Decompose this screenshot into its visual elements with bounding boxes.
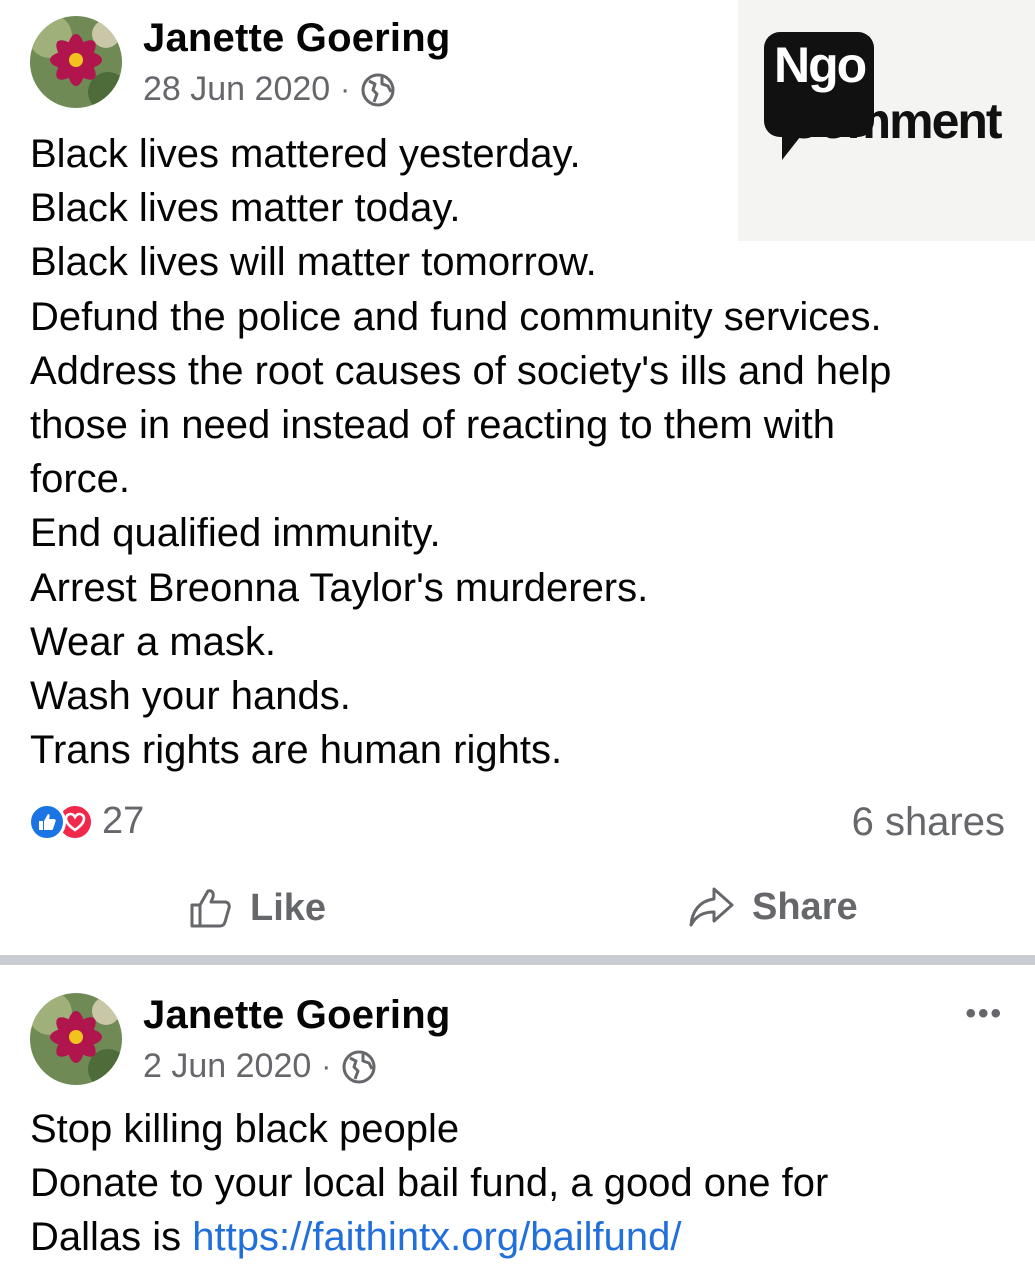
share-count[interactable]: 6 shares xyxy=(852,800,1005,845)
post-line-with-link: Dallas is https://faithintx.org/bailfund… xyxy=(30,1210,1005,1264)
post-date[interactable]: 2 Jun 2020 xyxy=(143,1047,311,1086)
more-options-icon[interactable]: ••• xyxy=(965,997,1003,1031)
post-author-name[interactable]: Janette Goering xyxy=(143,16,451,61)
like-button[interactable]: Like xyxy=(188,885,326,931)
bail-fund-link[interactable]: https://faithintx.org/bailfund/ xyxy=(192,1215,681,1259)
globe-icon xyxy=(342,1050,376,1083)
post-line: Wash your hands. xyxy=(30,674,351,719)
logo-text-top: Ngo xyxy=(774,37,867,93)
meta-separator: · xyxy=(321,1049,332,1083)
flower-avatar-image xyxy=(30,16,122,108)
author-avatar[interactable] xyxy=(30,16,122,108)
reactions-summary[interactable]: 27 xyxy=(28,800,144,843)
share-button-label: Share xyxy=(752,885,858,928)
author-avatar[interactable] xyxy=(30,993,122,1085)
post-meta: 2 Jun 2020 · xyxy=(143,1047,377,1086)
post-line: Stop killing black people xyxy=(30,1107,460,1151)
post-line: Trans rights are human rights. xyxy=(30,728,563,773)
reaction-count: 27 xyxy=(102,800,145,842)
post-line: Defund the police and fund community ser… xyxy=(30,294,882,339)
post-line: Black lives will matter tomorrow. xyxy=(30,240,597,285)
meta-separator: · xyxy=(340,72,351,106)
globe-icon xyxy=(361,73,395,106)
flower-avatar-image xyxy=(30,993,122,1085)
logo-text-bottom: Comment xyxy=(784,93,1003,149)
post-line: those in need instead of reacting to the… xyxy=(30,403,835,448)
link-prefix-text: Dallas is xyxy=(30,1215,193,1260)
post-line: End qualified immunity. xyxy=(30,511,441,556)
like-reaction-icon xyxy=(28,802,66,841)
post-card: Janette Goering 2 Jun 2020 · ••• Stop ki… xyxy=(0,965,1035,1280)
like-button-label: Like xyxy=(250,886,327,929)
post-divider xyxy=(0,955,1035,965)
post-line: Address the root causes of society's ill… xyxy=(30,348,892,393)
post-line: Wear a mask. xyxy=(30,619,276,664)
thumbs-up-icon xyxy=(190,889,231,928)
post-date[interactable]: 28 Jun 2020 xyxy=(143,70,330,109)
ngocomment-watermark-logo: Ngo Comment xyxy=(738,0,1035,241)
post-line: Donate to your local bail fund, a good o… xyxy=(30,1161,829,1206)
post-line: Arrest Breonna Taylor's murderers. xyxy=(30,565,649,610)
post-meta: 28 Jun 2020 · xyxy=(143,70,396,109)
post-line: force. xyxy=(30,457,131,502)
post-body: Stop killing black people Donate to your… xyxy=(30,1102,1005,1265)
post-card: Janette Goering 28 Jun 2020 · Black live… xyxy=(0,0,1035,955)
share-arrow-icon xyxy=(689,887,734,927)
share-button[interactable]: Share xyxy=(688,885,858,929)
post-author-name[interactable]: Janette Goering xyxy=(143,993,451,1038)
